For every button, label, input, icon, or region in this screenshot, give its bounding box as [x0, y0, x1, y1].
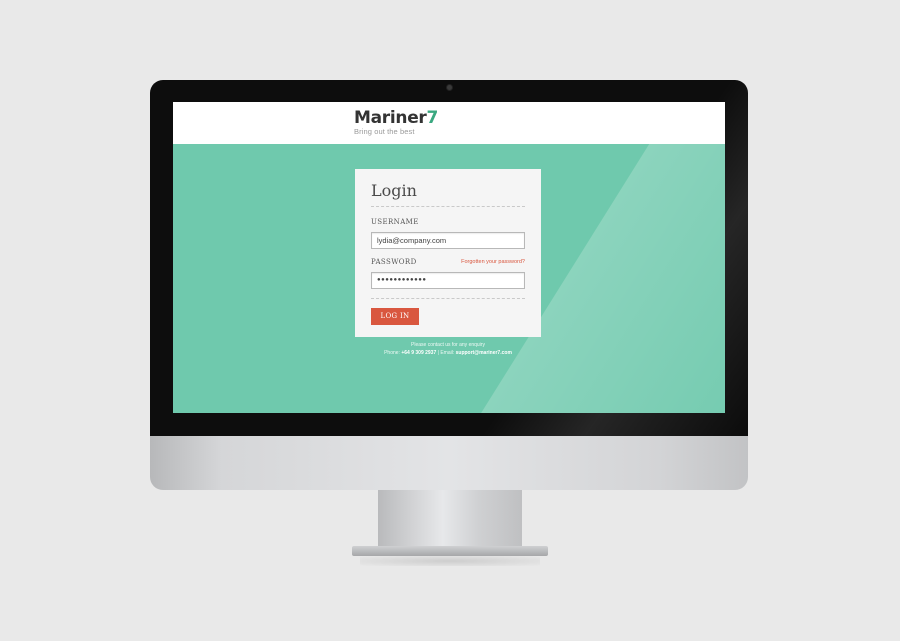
- forgot-password-link[interactable]: Forgotten your password?: [461, 257, 525, 267]
- monitor-chin: [150, 436, 748, 490]
- contact-details: Phone: +64 9 309 2937 | Email: support@m…: [384, 350, 512, 356]
- divider: [371, 298, 525, 299]
- contact-info: Please contact us for any enquiry Phone:…: [355, 341, 541, 357]
- password-label: PASSWORD Forgotten your password?: [371, 257, 525, 267]
- monitor-foot: [352, 546, 548, 556]
- header-bar: Mariner7 Bring out the best: [173, 102, 725, 144]
- contact-phone: +64 9 309 2937: [401, 350, 437, 356]
- contact-email-link[interactable]: support@mariner7.com: [456, 350, 512, 356]
- login-button[interactable]: LOG IN: [371, 308, 419, 325]
- brand-logo[interactable]: Mariner7 Bring out the best: [354, 110, 438, 136]
- logo-number: 7: [426, 108, 439, 128]
- screen: Mariner7 Bring out the best Login USERNA…: [173, 102, 725, 413]
- contact-line: Please contact us for any enquiry: [411, 342, 485, 348]
- webcam-icon: [447, 85, 452, 90]
- logo-name: Mariner7: [354, 108, 439, 128]
- username-label: USERNAME: [371, 218, 419, 226]
- divider: [371, 206, 525, 207]
- stand-shadow: [360, 556, 540, 566]
- login-title: Login: [371, 181, 417, 200]
- monitor-stand: [378, 490, 522, 548]
- logo-tagline: Bring out the best: [354, 127, 415, 136]
- login-card: Login USERNAME lydia@company.com PASSWOR…: [355, 169, 541, 337]
- password-input[interactable]: ●●●●●●●●●●●●: [371, 272, 525, 289]
- username-input[interactable]: lydia@company.com: [371, 232, 525, 249]
